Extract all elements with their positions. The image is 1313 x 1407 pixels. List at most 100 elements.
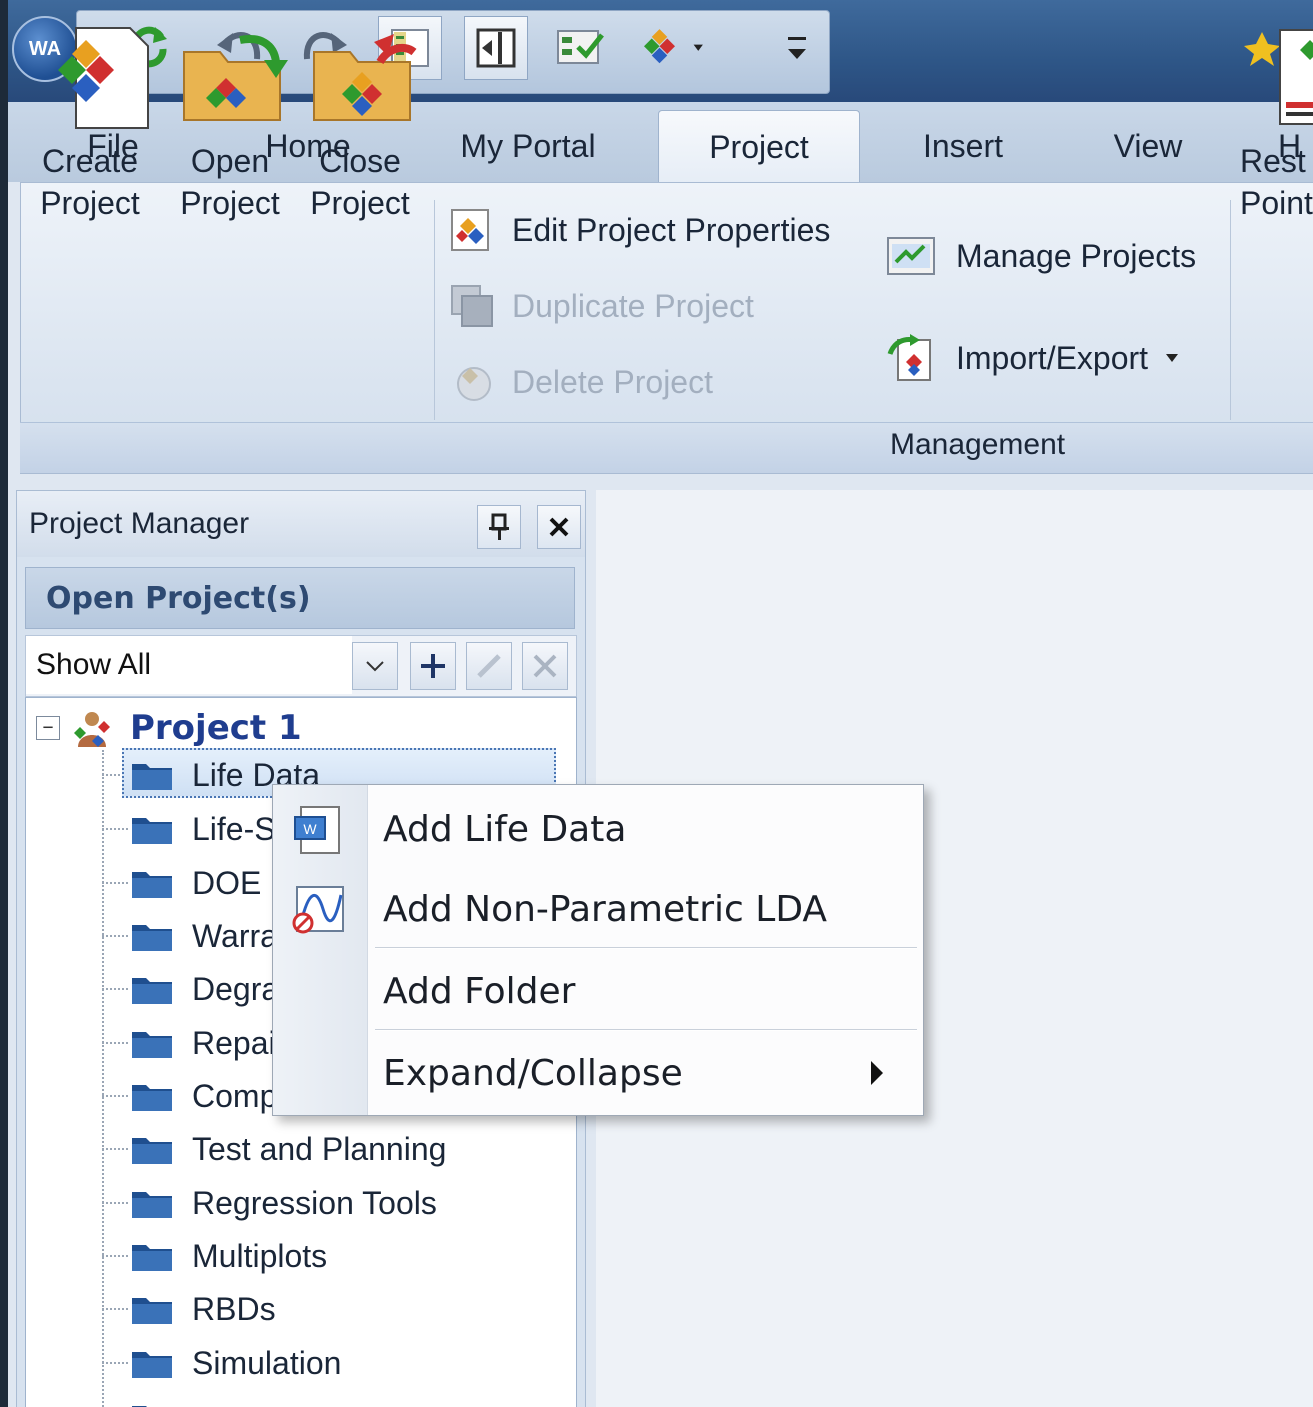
menu-item-expand-collapse[interactable]: Expand/Collapse	[273, 1033, 923, 1113]
open-project-icon	[180, 22, 288, 132]
create-project-button[interactable]: Create Project	[30, 22, 150, 224]
tree-item-rbds[interactable]: RBDs	[102, 1284, 276, 1334]
menu-item-label: Expand/Collapse	[383, 1052, 683, 1094]
manage-projects-label: Manage Projects	[956, 237, 1197, 274]
tree-item-competing[interactable]: Comp	[102, 1071, 277, 1121]
tree-item-label: RBDs	[192, 1290, 276, 1327]
folder-icon	[132, 764, 172, 790]
tab-insert[interactable]: Insert	[878, 110, 1048, 182]
tree-item-regression-tools[interactable]: Regression Tools	[102, 1178, 437, 1228]
duplicate-project-button[interactable]: Duplicate Project	[448, 282, 754, 330]
import-export-dropdown-icon	[1166, 354, 1179, 362]
menu-item-label: Add Folder	[383, 970, 576, 1012]
open-project-label-1: Open	[190, 143, 270, 179]
tree-item-label: Multiplots	[192, 1237, 328, 1274]
application-window: WA File Home My Portal Project Insert Vi…	[8, 0, 1313, 1407]
svg-text:W: W	[303, 821, 317, 837]
folder-icon	[132, 1406, 147, 1407]
create-project-label-2: Project	[40, 185, 140, 221]
layout-exit-icon[interactable]	[464, 16, 528, 80]
tree-item-warranty[interactable]: Warra	[102, 911, 278, 961]
delete-filter-button[interactable]	[522, 642, 568, 690]
tree-connector	[102, 828, 128, 830]
close-project-button[interactable]: Close Project	[300, 22, 420, 224]
tree-item-life-stress[interactable]: Life-S	[102, 804, 276, 854]
open-project-button[interactable]: Open Project	[170, 22, 290, 224]
import-export-icon	[887, 334, 931, 381]
tree-connector	[102, 1148, 128, 1150]
project-dropdown-icon[interactable]	[644, 16, 706, 78]
tree-item-degradation[interactable]: Degra	[102, 964, 279, 1014]
non-parametric-lda-icon	[292, 886, 344, 934]
project-manager-title: Project Manager	[29, 507, 250, 540]
plus-icon	[421, 654, 445, 678]
menu-item-add-life-data[interactable]: W Add Life Data	[273, 789, 923, 869]
menu-separator	[375, 947, 917, 949]
add-filter-button[interactable]	[410, 642, 456, 690]
tree-item-label: DOE	[192, 864, 262, 901]
project-icon	[74, 712, 110, 747]
checklist-icon[interactable]	[550, 16, 612, 78]
close-panel-button[interactable]	[537, 505, 581, 549]
tree-item-doe[interactable]: DOE	[102, 858, 261, 908]
menu-item-label: Add Life Data	[383, 808, 627, 850]
tree-root-project-1[interactable]: − Project 1	[36, 704, 302, 752]
delete-icon	[533, 654, 557, 678]
manage-projects-button[interactable]: Manage Projects	[884, 232, 1196, 280]
duplicate-icon	[451, 285, 493, 327]
create-project-label-1: Create	[41, 143, 139, 179]
project-filter-select[interactable]: Show All	[26, 636, 352, 694]
menu-item-label: Add Non-Parametric LDA	[383, 888, 828, 930]
tab-project[interactable]: Project	[658, 110, 860, 183]
collapse-toggle-icon[interactable]: −	[36, 716, 60, 740]
folder-icon	[132, 1085, 172, 1111]
menu-separator	[375, 1029, 917, 1031]
edit-filter-button[interactable]	[466, 642, 512, 690]
tree-item-repairable[interactable]: Repai	[102, 1018, 276, 1068]
tree-connector	[102, 1308, 128, 1310]
ribbon-group-management-label: Management	[890, 428, 1066, 461]
tree-connector	[102, 1202, 128, 1204]
chevron-down-icon	[366, 661, 384, 672]
open-projects-header[interactable]: Open Project(s)	[25, 567, 575, 629]
restore-point-button[interactable]: Rest Point	[1240, 22, 1313, 224]
tree-item-label: Degra	[192, 970, 280, 1007]
tree-item-partial-folder[interactable]	[102, 1392, 192, 1407]
tree-item-multiplots[interactable]: Multiplots	[102, 1231, 327, 1281]
submenu-arrow-icon	[871, 1061, 883, 1085]
tree-item-simulation[interactable]: Simulation	[102, 1338, 341, 1388]
tree-item-test-and-planning[interactable]: Test and Planning	[102, 1124, 446, 1174]
menu-item-add-folder[interactable]: Add Folder	[273, 951, 923, 1031]
folder-icon	[132, 872, 172, 898]
close-project-icon	[310, 22, 417, 132]
tree-item-label: Warra	[192, 917, 278, 954]
customize-toolbar-icon[interactable]	[766, 16, 828, 78]
manage-projects-icon	[887, 237, 935, 275]
duplicate-project-label: Duplicate Project	[512, 287, 754, 324]
tab-my-portal[interactable]: My Portal	[428, 110, 628, 182]
pencil-icon	[477, 654, 501, 678]
close-project-label-1: Close	[319, 143, 401, 179]
tree-item-label: Comp	[192, 1077, 278, 1114]
filter-dropdown-button[interactable]	[352, 642, 398, 690]
tree-item-label: Test and Planning	[192, 1130, 447, 1167]
delete-project-button[interactable]: Delete Project	[448, 358, 713, 406]
tree-connector	[102, 988, 128, 990]
menu-item-add-non-parametric-lda[interactable]: Add Non-Parametric LDA	[273, 869, 923, 949]
tree-connector	[102, 1362, 128, 1364]
tree-connector	[102, 1255, 128, 1257]
folder-icon	[132, 1032, 172, 1058]
import-export-button[interactable]: Import/Export	[884, 332, 1180, 384]
ribbon-separator	[434, 200, 435, 420]
restore-point-label-2: Point	[1240, 185, 1313, 221]
tree-item-label: Regression Tools	[192, 1184, 437, 1221]
pin-panel-button[interactable]	[477, 505, 521, 549]
open-projects-label: Open Project(s)	[46, 580, 311, 616]
add-life-data-icon: W	[294, 806, 340, 854]
folder-icon	[132, 978, 172, 1004]
tree-connector	[102, 1042, 128, 1044]
edit-project-properties-button[interactable]: Edit Project Properties	[448, 206, 830, 254]
folder-icon	[132, 1192, 172, 1218]
tab-view[interactable]: View	[1068, 110, 1228, 182]
tree-context-menu: W Add Life Data Add Non-Parametric LDA A…	[272, 784, 924, 1116]
